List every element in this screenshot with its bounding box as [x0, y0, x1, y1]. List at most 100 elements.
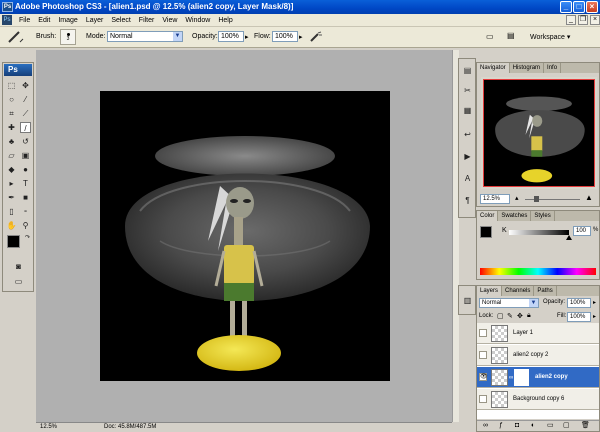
- tab-histogram[interactable]: Histogram: [510, 63, 545, 73]
- magic-wand-tool-icon[interactable]: ⁄: [20, 94, 31, 105]
- healing-brush-icon[interactable]: ✚: [6, 122, 17, 133]
- layers-opacity-arrow-icon[interactable]: ▸: [593, 299, 596, 306]
- actions-panel-icon[interactable]: ▶: [462, 151, 473, 162]
- link-layers-icon[interactable]: ∞: [483, 421, 488, 431]
- notes-tool-icon[interactable]: ▯: [6, 206, 17, 217]
- opacity-input[interactable]: 100%: [218, 31, 244, 42]
- shape-tool-icon[interactable]: ■: [20, 192, 31, 203]
- zoom-out-icon[interactable]: ▴: [515, 194, 519, 202]
- tab-color[interactable]: Color: [477, 211, 499, 221]
- menu-layer[interactable]: Layer: [82, 17, 108, 24]
- layer-mask-thumbnail[interactable]: [514, 369, 529, 386]
- menu-filter[interactable]: Filter: [135, 17, 159, 24]
- dodge-tool-icon[interactable]: ●: [20, 164, 31, 175]
- document-setup-icon[interactable]: ▤: [507, 31, 515, 40]
- doc-restore-button[interactable]: ❐: [578, 15, 588, 25]
- brushes-panel-icon[interactable]: ▤: [462, 65, 473, 76]
- lock-image-icon[interactable]: ✎: [507, 312, 513, 320]
- canvas-area[interactable]: [36, 50, 452, 422]
- lock-position-icon[interactable]: ✥: [517, 312, 523, 320]
- zoom-tool-icon[interactable]: ⚲: [20, 220, 31, 231]
- doc-minimize-button[interactable]: _: [566, 15, 576, 25]
- character-panel-icon[interactable]: A: [462, 173, 473, 184]
- tab-channels[interactable]: Channels: [502, 286, 535, 296]
- tool-presets-icon[interactable]: ✂: [462, 85, 473, 96]
- layer-row-3-selected[interactable]: 👁︎ ∞ alien2 copy: [477, 367, 599, 388]
- flow-input[interactable]: 100%: [272, 31, 298, 42]
- hand-tool-icon[interactable]: ✋: [6, 220, 17, 231]
- chain-link-icon[interactable]: ∞: [509, 375, 513, 381]
- layers-opacity-input[interactable]: 100%: [567, 298, 591, 308]
- eraser-tool-icon[interactable]: ▱: [6, 150, 17, 161]
- slice-tool-icon[interactable]: ⟋: [20, 108, 31, 119]
- brush-tool-preset-icon[interactable]: [6, 30, 24, 44]
- menu-image[interactable]: Image: [54, 17, 81, 24]
- menu-view[interactable]: View: [158, 17, 181, 24]
- blend-mode-select[interactable]: Normal ▼: [479, 298, 539, 308]
- k-slider-thumb[interactable]: [566, 235, 572, 240]
- lock-all-icon[interactable]: 🔒︎: [527, 312, 531, 320]
- layer-comps-icon[interactable]: ▦: [462, 105, 473, 116]
- eye-icon[interactable]: 👁︎: [479, 373, 488, 381]
- visibility-toggle[interactable]: [479, 351, 487, 359]
- tab-navigator[interactable]: Navigator: [477, 63, 510, 73]
- tab-styles[interactable]: Styles: [531, 211, 555, 221]
- type-tool-icon[interactable]: T: [20, 178, 31, 189]
- airbrush-icon[interactable]: [309, 31, 323, 43]
- new-layer-icon[interactable]: ▢: [563, 421, 570, 431]
- crop-tool-icon[interactable]: ⌗: [6, 108, 17, 119]
- document-canvas[interactable]: [100, 91, 390, 381]
- eyedropper-tool-icon[interactable]: ⁃: [20, 206, 31, 217]
- swap-colors-icon[interactable]: ↷: [22, 233, 33, 244]
- fill-arrow-icon[interactable]: ▸: [593, 313, 596, 320]
- tab-info[interactable]: Info: [544, 63, 562, 73]
- gradient-tool-icon[interactable]: ▣: [20, 150, 31, 161]
- color-foreground-swatch[interactable]: [480, 226, 492, 238]
- lasso-tool-icon[interactable]: ○: [6, 94, 17, 105]
- flow-arrow-icon[interactable]: ▸: [299, 33, 303, 41]
- brush-picker[interactable]: 3: [60, 29, 76, 45]
- add-mask-icon[interactable]: ◘: [515, 421, 519, 431]
- menu-edit[interactable]: Edit: [34, 17, 54, 24]
- minimize-button[interactable]: _: [560, 1, 572, 13]
- mode-select[interactable]: Normal ▼: [107, 31, 183, 42]
- color-ramp[interactable]: [480, 268, 596, 275]
- menu-help[interactable]: Help: [214, 17, 236, 24]
- foreground-color-swatch[interactable]: [7, 235, 20, 248]
- fill-input[interactable]: 100%: [567, 312, 591, 322]
- layer-row-4[interactable]: Background copy 6: [477, 389, 599, 410]
- trash-icon[interactable]: 🗑︎: [581, 421, 590, 431]
- palette-well-icon[interactable]: ▭: [486, 32, 494, 41]
- menu-select[interactable]: Select: [107, 17, 134, 24]
- tab-paths[interactable]: Paths: [534, 286, 557, 296]
- info-panel-icon[interactable]: ▥: [462, 295, 473, 306]
- k-value-input[interactable]: 100: [573, 226, 591, 236]
- tab-layers[interactable]: Layers: [477, 286, 503, 296]
- quick-mask-icon[interactable]: ◙: [13, 261, 24, 272]
- paragraph-panel-icon[interactable]: ¶: [462, 195, 473, 206]
- doc-close-button[interactable]: ×: [590, 15, 600, 25]
- history-panel-icon[interactable]: ↩: [462, 129, 473, 140]
- menu-file[interactable]: File: [15, 17, 34, 24]
- maximize-button[interactable]: □: [573, 1, 585, 13]
- screen-mode-icon[interactable]: ▭: [13, 276, 24, 287]
- navigator-preview[interactable]: [481, 77, 597, 189]
- visibility-toggle[interactable]: [479, 395, 487, 403]
- marquee-tool-icon[interactable]: ⬚: [6, 80, 17, 91]
- layer-style-icon[interactable]: ƒ: [499, 421, 503, 431]
- lock-transparent-icon[interactable]: ▢: [497, 312, 504, 320]
- pen-tool-icon[interactable]: ✒: [6, 192, 17, 203]
- navigator-view-box[interactable]: [483, 79, 595, 187]
- move-tool-icon[interactable]: ✥: [20, 80, 31, 91]
- close-button[interactable]: ×: [586, 1, 598, 13]
- k-slider[interactable]: [509, 230, 569, 235]
- layer-row-2[interactable]: alien2 copy 2: [477, 345, 599, 366]
- path-select-icon[interactable]: ▸: [6, 178, 17, 189]
- new-group-icon[interactable]: ▭: [547, 421, 554, 431]
- clone-stamp-icon[interactable]: ♣: [6, 136, 17, 147]
- tab-swatches[interactable]: Swatches: [498, 211, 532, 221]
- blur-tool-icon[interactable]: ◆: [6, 164, 17, 175]
- layer-row-1[interactable]: Layer 1: [477, 323, 599, 344]
- opacity-arrow-icon[interactable]: ▸: [245, 33, 249, 41]
- history-brush-icon[interactable]: ↺: [20, 136, 31, 147]
